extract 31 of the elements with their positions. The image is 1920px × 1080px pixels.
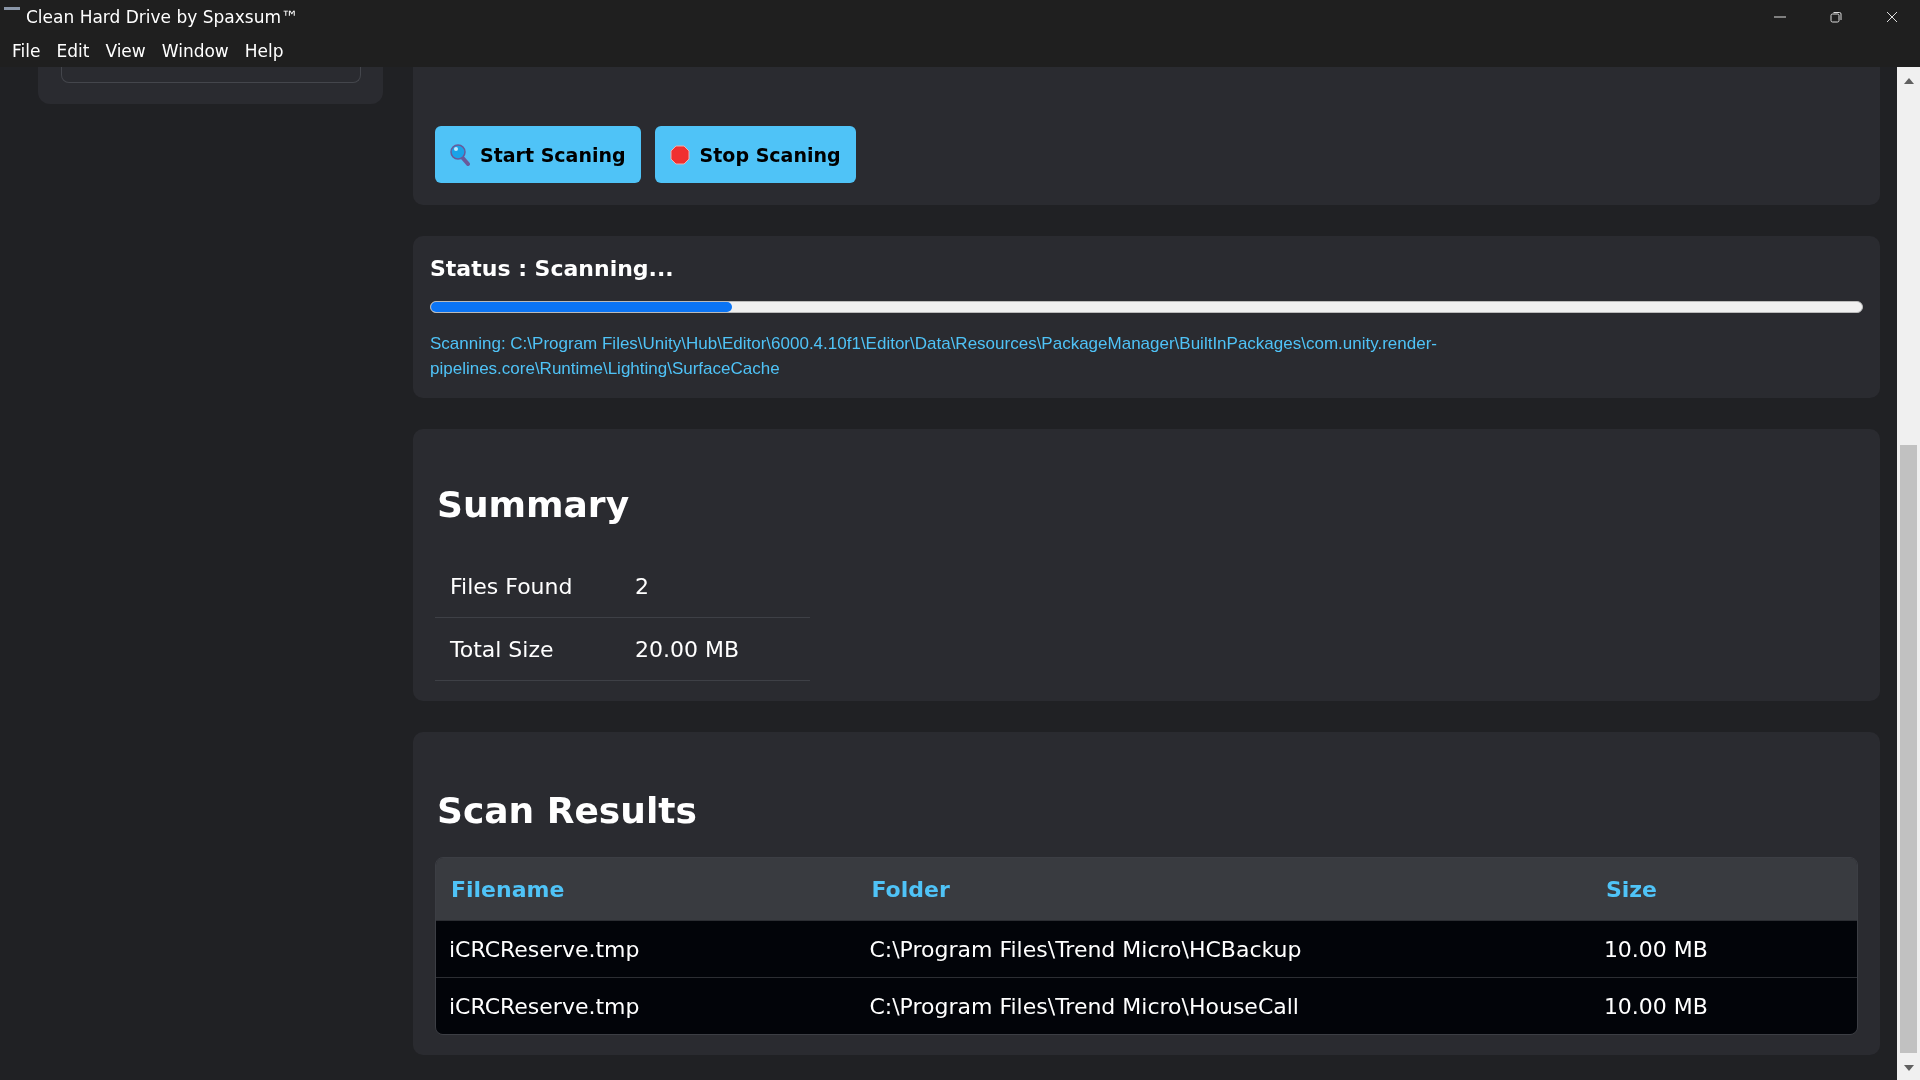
menu-item[interactable]: Help bbox=[236, 38, 292, 63]
summary-value: 20.00 MB bbox=[635, 617, 810, 681]
table-cell: C:\Program Files\Trend Micro\HouseCall bbox=[856, 977, 1591, 1034]
summary-value: 2 bbox=[635, 555, 810, 618]
menu-item[interactable]: Window bbox=[153, 38, 237, 63]
table-cell: iCRCReserve.tmp bbox=[436, 977, 857, 1034]
scroll-up-icon[interactable] bbox=[1902, 77, 1915, 85]
stop-sign-icon bbox=[669, 144, 690, 165]
table-cell: 10.00 MB bbox=[1590, 977, 1857, 1034]
summary-label: Files Found bbox=[435, 555, 635, 618]
section-title: Summary bbox=[437, 484, 631, 525]
table-cell: iCRCReserve.tmp bbox=[436, 920, 857, 977]
menu-item[interactable]: Edit bbox=[48, 38, 98, 63]
summary-label: Total Size bbox=[435, 617, 635, 681]
menu-item[interactable]: File bbox=[4, 38, 49, 63]
restore-icon[interactable] bbox=[1830, 11, 1842, 23]
start-button[interactable]: Start Scaning bbox=[435, 126, 641, 183]
table-cell: 10.00 MB bbox=[1590, 920, 1857, 977]
section-title: Scan Results bbox=[437, 790, 698, 831]
scroll-down-icon[interactable] bbox=[1902, 1064, 1915, 1072]
menu-item[interactable]: View bbox=[97, 38, 154, 63]
status-title: Status : Scanning... bbox=[430, 256, 675, 281]
close-icon[interactable] bbox=[1886, 11, 1898, 23]
column-header: Folder bbox=[856, 858, 1591, 920]
window-title: Clean Hard Drive by Spaxsum™ bbox=[26, 7, 299, 27]
stop-button[interactable]: Stop Scaning bbox=[654, 126, 856, 183]
column-header: Filename bbox=[436, 858, 857, 920]
column-header: Size bbox=[1590, 858, 1857, 920]
table-cell: C:\Program Files\Trend Micro\HCBackup bbox=[856, 920, 1591, 977]
magnifier-icon bbox=[450, 143, 470, 166]
scan-path: Scanning: C:\Program Files\Unity\Hub\Editor\6000.4.10f1\Editor\Data\Resources\PackageManager\BuiltInPackages\com.unity.render-pipelines.core\Runtime\Lighting\SurfaceCache bbox=[430, 333, 1438, 380]
